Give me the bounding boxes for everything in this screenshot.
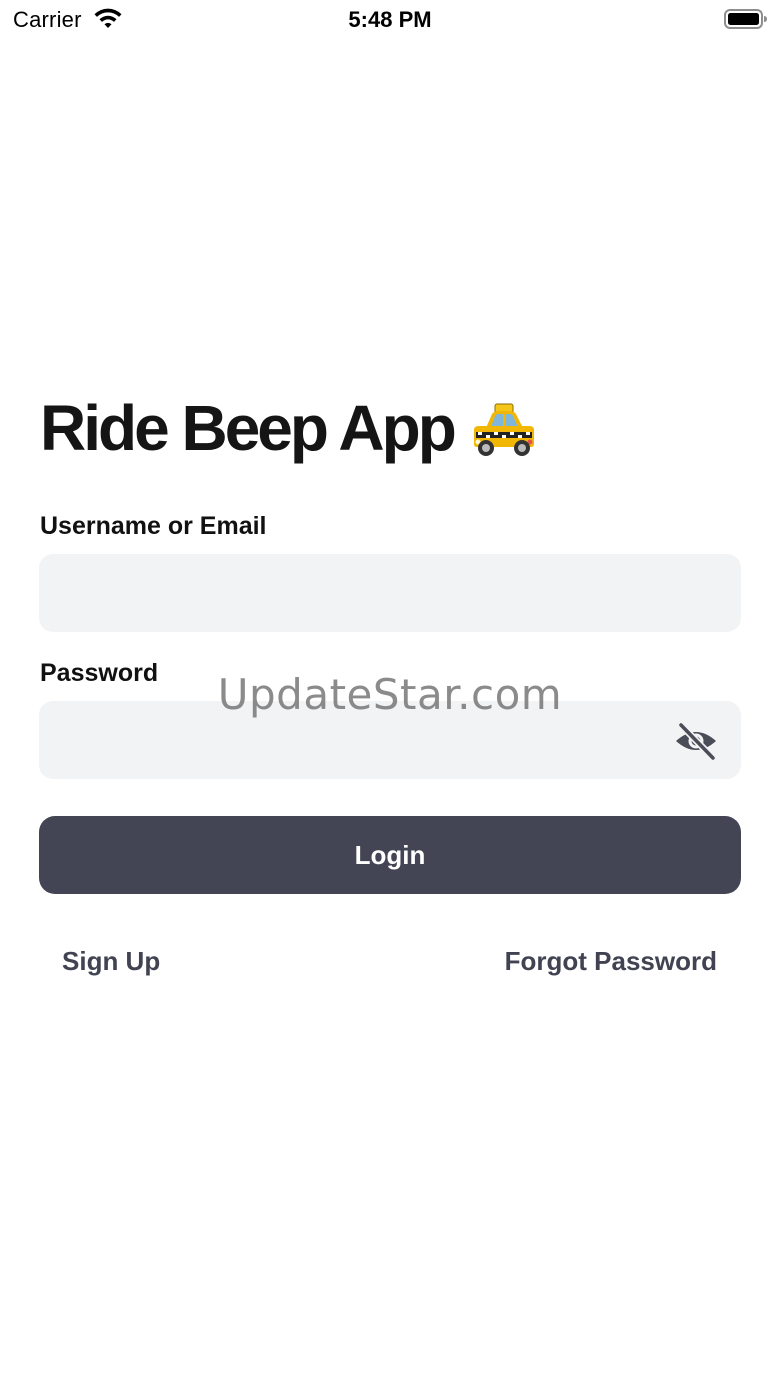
eye-slash-icon[interactable] — [673, 721, 719, 761]
forgot-password-link[interactable]: Forgot Password — [505, 946, 717, 977]
login-button[interactable]: Login — [39, 816, 741, 894]
taxi-icon — [473, 403, 534, 456]
status-time: 5:48 PM — [348, 7, 432, 32]
username-input[interactable] — [39, 554, 741, 632]
username-label: Username or Email — [40, 512, 267, 540]
app-title: Ride Beep App — [40, 392, 457, 464]
username-field-container — [39, 554, 741, 632]
sign-up-link[interactable]: Sign Up — [62, 946, 160, 977]
status-bar: Carrier 5:48 PM — [0, 0, 780, 40]
title-row: Ride Beep App — [40, 388, 540, 468]
login-screen: Carrier 5:48 PM Ride Beep App Username o… — [0, 0, 780, 1387]
battery-icon — [724, 9, 767, 29]
watermark: UpdateStar.com — [217, 670, 563, 719]
